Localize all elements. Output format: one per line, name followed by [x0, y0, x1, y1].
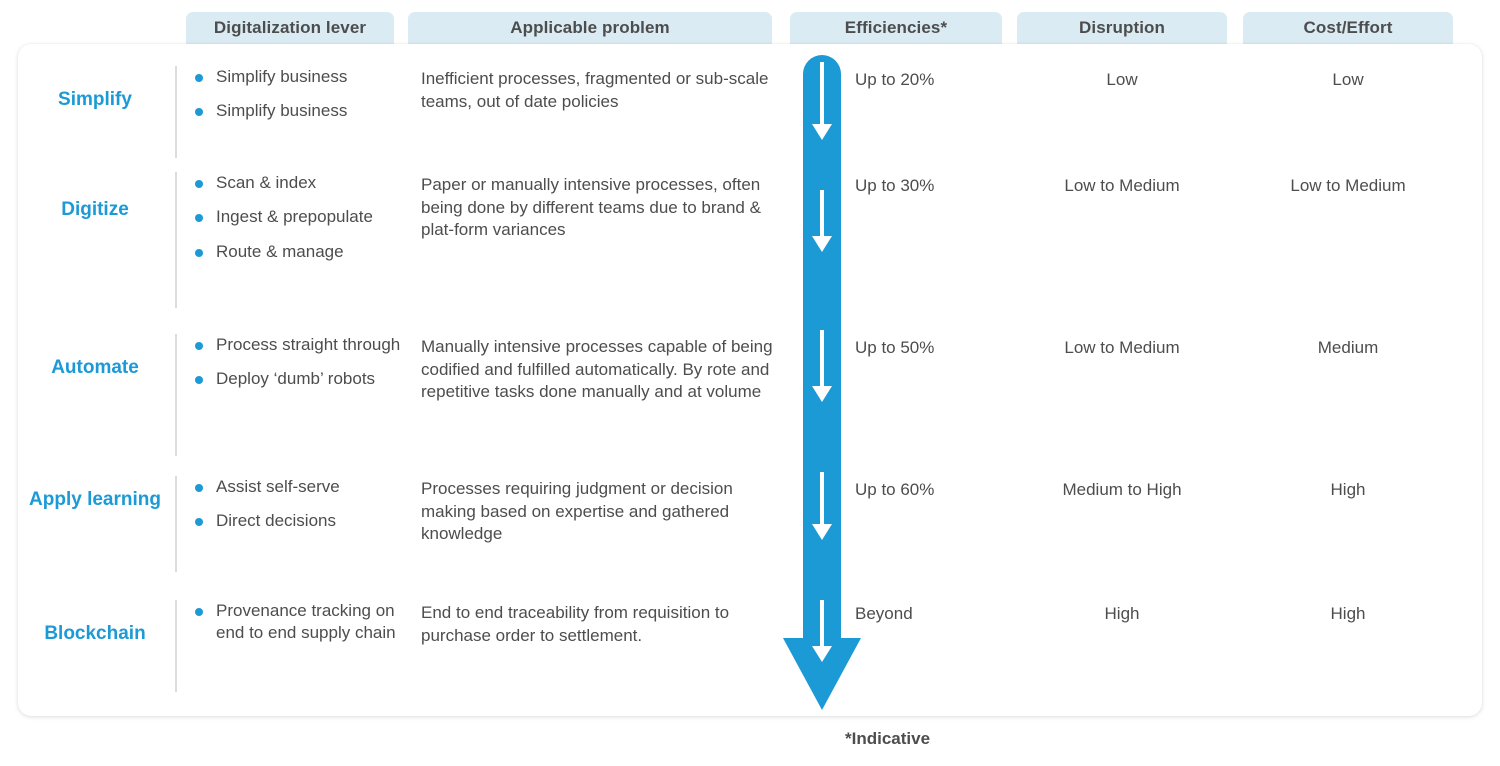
row-divider	[175, 66, 177, 158]
cost-effort-value: Low	[1332, 70, 1364, 89]
row-divider	[175, 334, 177, 456]
cost-effort-value: High	[1330, 604, 1366, 623]
lever-list: Scan & index Ingest & prepopulate Route & …	[190, 172, 405, 275]
column-header-efficiencies: Efficiencies*	[790, 12, 1002, 44]
lever-bullet: Provenance tracking on end to end supply…	[190, 600, 405, 645]
disruption-value: Low to Medium	[1064, 176, 1180, 195]
column-header-applicable-problem: Applicable problem	[408, 12, 772, 44]
lever-bullet: Deploy ‘dumb’ robots	[190, 368, 405, 390]
row-divider	[175, 476, 177, 572]
lever-bullet: Scan & index	[190, 172, 405, 194]
cost-effort-value: Low to Medium	[1290, 176, 1406, 195]
applicable-problem-text: Paper or manually intensive processes, o…	[421, 175, 761, 240]
efficiency-value: Beyond	[855, 604, 913, 623]
applicable-problem-text: Inefficient processes, fragmented or sub…	[421, 69, 769, 111]
lever-list: Provenance tracking on end to end supply…	[190, 600, 405, 657]
lever-bullet: Simplify business	[190, 100, 405, 122]
disruption-value: High	[1104, 604, 1140, 623]
applicable-problem-text: Manually intensive processes capable of …	[421, 337, 773, 402]
lever-bullet: Direct decisions	[190, 510, 405, 532]
row-divider	[175, 600, 177, 692]
column-header-disruption: Disruption	[1017, 12, 1227, 44]
lever-bullet: Simplify business	[190, 66, 405, 88]
applicable-problem-text: Processes requiring judgment or decision…	[421, 479, 733, 544]
lever-bullet: Route & manage	[190, 241, 405, 263]
row-label-4: Blockchain	[44, 623, 146, 644]
lever-bullet: Assist self-serve	[190, 476, 405, 498]
footnote-indicative: *Indicative	[845, 729, 931, 748]
efficiency-value: Up to 50%	[855, 338, 935, 357]
lever-list: Simplify business Simplify business	[190, 66, 405, 135]
lever-bullet: Process straight through	[190, 334, 405, 356]
row-label-3: Apply learning	[29, 489, 161, 510]
row-label-2: Automate	[51, 357, 139, 378]
column-header-row: Digitalization lever Applicable problem …	[0, 12, 1500, 44]
row-label-0: Simplify	[58, 89, 132, 110]
disruption-value: Low	[1106, 70, 1138, 89]
applicable-problem-text: End to end traceability from requisition…	[421, 603, 730, 645]
lever-list: Process straight through Deploy ‘dumb’ ro…	[190, 334, 405, 403]
cost-effort-value: High	[1330, 480, 1366, 499]
column-header-cost-effort: Cost/Effort	[1243, 12, 1453, 44]
disruption-value: Low to Medium	[1064, 338, 1180, 357]
disruption-value: Medium to High	[1062, 480, 1182, 499]
cost-effort-value: Medium	[1317, 338, 1379, 357]
column-header-digitalization-lever: Digitalization lever	[186, 12, 394, 44]
efficiency-value: Up to 20%	[855, 70, 935, 89]
lever-list: Assist self-serve Direct decisions	[190, 476, 405, 545]
row-label-1: Digitize	[61, 199, 129, 220]
efficiency-value: Up to 60%	[855, 480, 935, 499]
row-divider	[175, 172, 177, 308]
lever-bullet: Ingest & prepopulate	[190, 206, 405, 228]
efficiency-value: Up to 30%	[855, 176, 935, 195]
